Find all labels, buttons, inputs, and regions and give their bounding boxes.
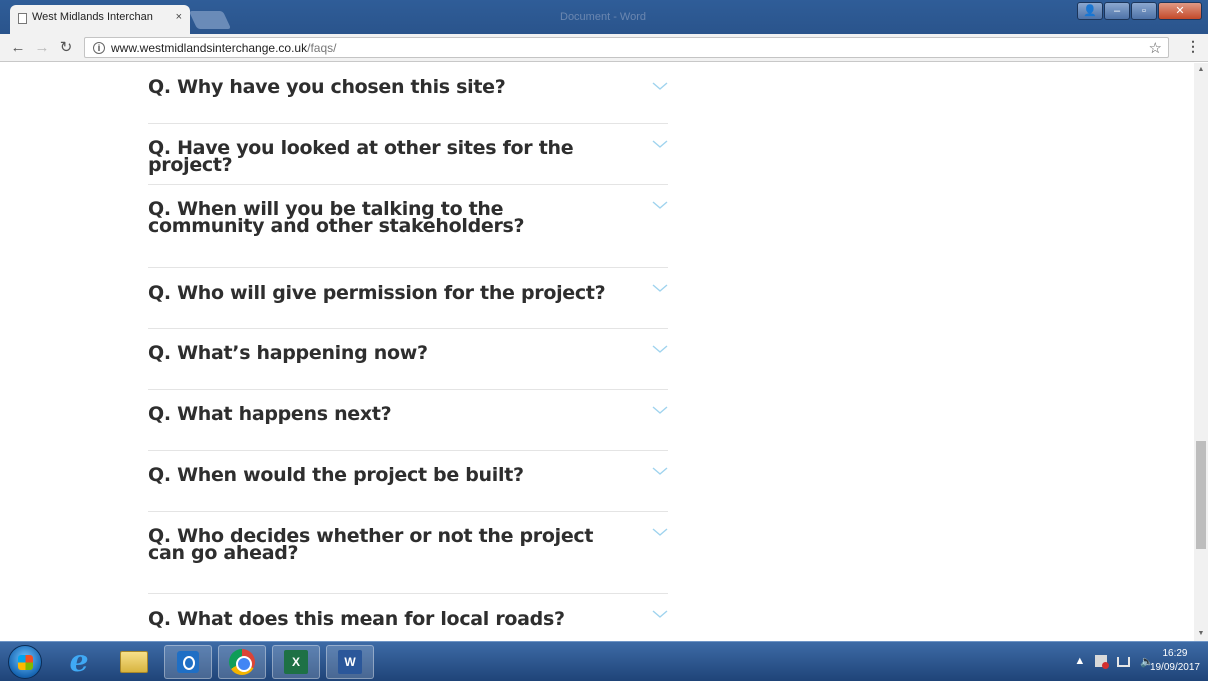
faq-item[interactable]: Q. What happens next? bbox=[148, 390, 668, 451]
chevron-down-icon[interactable] bbox=[652, 524, 668, 540]
scroll-down-arrow-icon[interactable]: ▼ bbox=[1194, 627, 1208, 641]
page-scrollbar[interactable]: ▲ ▼ bbox=[1194, 63, 1208, 641]
windows-taskbar: e X W ▲ 🔈 16:29 19/09/2017 bbox=[0, 641, 1208, 681]
page-viewport: Q. Why have you chosen this site? Q. Hav… bbox=[0, 63, 1194, 641]
browser-tab-active[interactable]: West Midlands Interchan × bbox=[10, 5, 190, 34]
network-icon[interactable] bbox=[1117, 657, 1131, 667]
faq-question: Q. Who will give permission for the proj… bbox=[148, 282, 606, 304]
taskbar-chrome[interactable] bbox=[218, 645, 266, 679]
page-icon bbox=[18, 13, 27, 24]
user-icon[interactable]: 👤 bbox=[1077, 2, 1103, 20]
browser-toolbar: ← → ↻ i www.westmidlandsinterchange.co.u… bbox=[0, 34, 1208, 62]
faq-accordion: Q. Why have you chosen this site? Q. Hav… bbox=[148, 63, 668, 641]
browser-titlebar: West Midlands Interchan × Document - Wor… bbox=[0, 0, 1208, 34]
browser-menu-icon[interactable]: ⋮ bbox=[1185, 38, 1201, 55]
start-button[interactable] bbox=[8, 645, 42, 679]
clock-date: 19/09/2017 bbox=[1149, 662, 1200, 673]
faq-item[interactable]: Q. Who decides whether or not the projec… bbox=[148, 512, 668, 594]
faq-question: Q. When will you be talking to the commu… bbox=[148, 198, 525, 237]
chevron-down-icon[interactable] bbox=[652, 463, 668, 479]
url-domain: www.westmidlandsinterchange.co.uk bbox=[111, 41, 308, 55]
reload-icon[interactable]: ↻ bbox=[56, 38, 76, 58]
faq-question: Q. Who decides whether or not the projec… bbox=[148, 525, 594, 564]
forward-arrow-icon[interactable]: → bbox=[32, 38, 52, 58]
faq-item[interactable]: Q. When would the project be built? bbox=[148, 451, 668, 512]
faq-item[interactable]: Q. What does this mean for local roads? bbox=[148, 594, 668, 641]
tab-close-icon[interactable]: × bbox=[176, 11, 182, 23]
chevron-down-icon[interactable] bbox=[652, 341, 668, 357]
faq-question: Q. When would the project be built? bbox=[148, 464, 524, 486]
faq-question: Q. What’s happening now? bbox=[148, 342, 428, 364]
window-caption: Document - Word bbox=[560, 11, 646, 23]
chevron-down-icon[interactable] bbox=[652, 78, 668, 94]
show-hidden-icons-arrow-icon[interactable]: ▲ bbox=[1074, 655, 1085, 668]
windows-logo-icon bbox=[18, 655, 33, 670]
window-controls: 👤 – ▫ ✕ bbox=[1076, 2, 1202, 20]
word-icon: W bbox=[338, 650, 362, 674]
taskbar-word[interactable]: W bbox=[326, 645, 374, 679]
close-window-button[interactable]: ✕ bbox=[1158, 2, 1202, 20]
url-path: /faqs/ bbox=[307, 41, 337, 55]
taskbar-outlook[interactable] bbox=[164, 645, 212, 679]
taskbar-internet-explorer[interactable]: e bbox=[55, 645, 103, 679]
folder-icon bbox=[120, 651, 148, 673]
faq-question: Q. Why have you chosen this site? bbox=[148, 76, 506, 98]
chrome-icon bbox=[229, 649, 255, 675]
faq-question: Q. What does this mean for local roads? bbox=[148, 608, 565, 630]
action-center-flag-icon[interactable] bbox=[1095, 655, 1110, 669]
internet-explorer-icon: e bbox=[69, 644, 89, 679]
faq-item[interactable]: Q. Who will give permission for the proj… bbox=[148, 268, 668, 329]
chevron-down-icon[interactable] bbox=[652, 280, 668, 296]
chevron-down-icon[interactable] bbox=[652, 402, 668, 418]
chevron-down-icon[interactable] bbox=[652, 606, 668, 622]
taskbar-excel[interactable]: X bbox=[272, 645, 320, 679]
info-icon[interactable]: i bbox=[93, 42, 105, 54]
faq-question: Q. What happens next? bbox=[148, 403, 392, 425]
tab-title: West Midlands Interchan bbox=[32, 11, 153, 23]
faq-item[interactable]: Q. Have you looked at other sites for th… bbox=[148, 124, 668, 185]
address-bar[interactable]: i www.westmidlandsinterchange.co.uk/faqs… bbox=[84, 37, 1169, 58]
taskbar-clock[interactable]: 16:29 19/09/2017 bbox=[1150, 647, 1200, 675]
scrollbar-thumb[interactable] bbox=[1196, 441, 1206, 549]
chevron-down-icon[interactable] bbox=[652, 136, 668, 152]
scroll-up-arrow-icon[interactable]: ▲ bbox=[1194, 63, 1208, 77]
minimize-button[interactable]: – bbox=[1104, 2, 1130, 20]
faq-item[interactable]: Q. Why have you chosen this site? bbox=[148, 63, 668, 124]
taskbar-file-explorer[interactable] bbox=[110, 645, 158, 679]
chevron-down-icon[interactable] bbox=[652, 197, 668, 213]
outlook-icon bbox=[177, 651, 199, 673]
bookmark-star-icon[interactable]: ☆ bbox=[1149, 39, 1162, 57]
clock-time: 16:29 bbox=[1162, 648, 1188, 659]
back-arrow-icon[interactable]: ← bbox=[8, 38, 28, 58]
new-tab-button[interactable] bbox=[188, 11, 232, 29]
maximize-button[interactable]: ▫ bbox=[1131, 2, 1157, 20]
excel-icon: X bbox=[284, 650, 308, 674]
system-tray: ▲ 🔈 bbox=[1074, 655, 1154, 669]
faq-item[interactable]: Q. When will you be talking to the commu… bbox=[148, 185, 668, 268]
faq-question: Q. Have you looked at other sites for th… bbox=[148, 137, 574, 176]
faq-item[interactable]: Q. What’s happening now? bbox=[148, 329, 668, 390]
